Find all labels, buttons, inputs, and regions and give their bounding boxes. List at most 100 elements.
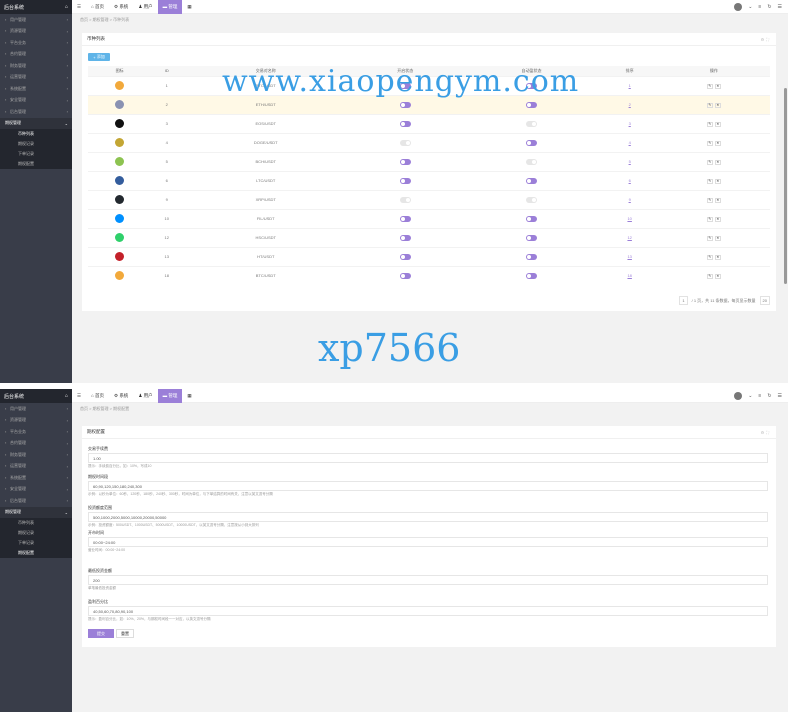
open-status-toggle[interactable] <box>399 215 411 222</box>
home-icon[interactable]: ⌂ <box>65 4 68 10</box>
sidebar-item[interactable]: ▪ 后台管理 › <box>0 106 72 118</box>
delete-icon[interactable]: ✕ <box>714 121 721 127</box>
add-button[interactable]: + 添加 <box>88 53 110 61</box>
delete-icon[interactable]: ✕ <box>714 216 721 222</box>
sidebar-item[interactable]: ▪ 合约管理 › <box>0 49 72 61</box>
auto-status-toggle[interactable] <box>525 272 537 279</box>
reset-button[interactable]: 重置 <box>116 629 134 638</box>
submit-button[interactable]: 提交 <box>88 629 114 638</box>
sidebar-item[interactable]: ▪ 安全管理 › <box>0 484 72 496</box>
column-header[interactable]: 图标 <box>88 66 152 76</box>
edit-icon[interactable]: ✎ <box>706 235 713 241</box>
refresh-icon[interactable]: ↻ <box>767 393 771 399</box>
edit-icon[interactable]: ✎ <box>706 197 713 203</box>
investment-range-input[interactable]: 500,1000,2000,5000,10000,20000,50000 <box>88 512 768 522</box>
edit-icon[interactable]: ✎ <box>706 254 713 260</box>
open-status-toggle[interactable] <box>399 234 411 241</box>
delete-icon[interactable]: ✕ <box>714 235 721 241</box>
topbar-item-system[interactable]: ⚙ 系统 <box>109 0 133 14</box>
sort-value[interactable]: 9 <box>629 197 631 202</box>
list-icon[interactable]: ≡ <box>758 4 761 10</box>
sidebar-subitem[interactable]: 下单记录 <box>0 538 72 548</box>
sidebar-subitem[interactable]: 期权记录 <box>0 139 72 149</box>
delete-icon[interactable]: ✕ <box>714 178 721 184</box>
open-status-toggle[interactable] <box>399 177 411 184</box>
auto-status-toggle[interactable] <box>525 215 537 222</box>
time-period-input[interactable]: 60,90,120,150,180,240,300 <box>88 481 768 491</box>
delete-icon[interactable]: ✕ <box>714 102 721 108</box>
grid-icon[interactable]: ▦ <box>182 0 196 14</box>
delete-icon[interactable]: ✕ <box>714 159 721 165</box>
auto-status-toggle[interactable] <box>525 158 537 165</box>
edit-icon[interactable]: ✎ <box>706 216 713 222</box>
per-page-select[interactable]: 20 <box>759 296 770 305</box>
menu-toggle-icon[interactable]: ☰ <box>72 0 86 14</box>
open-status-toggle[interactable] <box>399 158 411 165</box>
open-status-toggle[interactable] <box>399 139 411 146</box>
sort-value[interactable]: 18 <box>627 273 631 278</box>
edit-icon[interactable]: ✎ <box>706 121 713 127</box>
more-icon[interactable]: ☰ <box>778 4 782 10</box>
sidebar-subitem[interactable]: 币种列表 <box>0 518 72 528</box>
fullscreen-icon[interactable]: ⛶ <box>766 430 771 435</box>
sidebar-subitem-option-config[interactable]: 期权配置 <box>0 548 72 558</box>
edit-icon[interactable]: ✎ <box>706 102 713 108</box>
open-status-toggle[interactable] <box>399 196 411 203</box>
sidebar-item[interactable]: ▪ 系统配置 › <box>0 472 72 484</box>
fee-input[interactable]: 1.00 <box>88 453 768 463</box>
auto-status-toggle[interactable] <box>525 139 537 146</box>
sidebar-group-open[interactable]: 期权管理 ⌄ <box>0 506 72 518</box>
grid-icon[interactable]: ▦ <box>182 389 196 403</box>
topbar-item-home[interactable]: ⌂ 首页 <box>86 0 109 14</box>
menu-toggle-icon[interactable]: ☰ <box>72 389 86 403</box>
sort-value[interactable]: 12 <box>627 235 631 240</box>
auto-status-toggle[interactable] <box>525 253 537 260</box>
delete-icon[interactable]: ✕ <box>714 83 721 89</box>
edit-icon[interactable]: ✎ <box>706 159 713 165</box>
open-status-toggle[interactable] <box>399 272 411 279</box>
chevron-down-icon[interactable]: ⌄ <box>748 393 752 399</box>
avatar[interactable] <box>734 2 743 11</box>
open-status-toggle[interactable] <box>399 253 411 260</box>
topbar-item-user[interactable]: ♟ 用户 <box>133 389 157 403</box>
page-number[interactable]: 1 <box>679 296 688 305</box>
auto-status-toggle[interactable] <box>525 196 537 203</box>
delete-icon[interactable]: ✕ <box>714 140 721 146</box>
sidebar-item[interactable]: ▪ 后台管理 › <box>0 495 72 507</box>
sidebar-subitem-coin-list[interactable]: 币种列表 <box>0 129 72 139</box>
column-header[interactable]: ID <box>151 66 183 76</box>
sort-value[interactable]: 4 <box>629 140 631 145</box>
sidebar-item[interactable]: ▪ 资源管理 › <box>0 26 72 38</box>
sort-value[interactable]: 10 <box>627 216 631 221</box>
auto-status-toggle[interactable] <box>525 120 537 127</box>
column-header[interactable]: 排序 <box>601 66 658 76</box>
delete-icon[interactable]: ✕ <box>714 197 721 203</box>
sidebar-subitem[interactable]: 下单记录 <box>0 149 72 159</box>
avatar[interactable] <box>734 391 743 400</box>
sort-value[interactable]: 13 <box>627 254 631 259</box>
auto-status-toggle[interactable] <box>525 234 537 241</box>
sort-value[interactable]: 1 <box>629 83 631 88</box>
sidebar-item[interactable]: ▪ 平台业务 › <box>0 426 72 438</box>
edit-icon[interactable]: ✎ <box>706 178 713 184</box>
sidebar-item[interactable]: ▪ 运营管理 › <box>0 72 72 84</box>
topbar-item-user[interactable]: ♟ 用户 <box>133 0 157 14</box>
sort-value[interactable]: 3 <box>629 121 631 126</box>
edit-icon[interactable]: ✎ <box>706 273 713 279</box>
chevron-down-icon[interactable]: ⌄ <box>748 4 752 10</box>
edit-icon[interactable]: ✎ <box>706 140 713 146</box>
sidebar-item[interactable]: ▪ 平台业务 › <box>0 37 72 49</box>
sidebar-item[interactable]: ▪ 财务管理 › <box>0 449 72 461</box>
topbar-item-system[interactable]: ⚙ 系统 <box>109 389 133 403</box>
topbar-item-manage[interactable]: ▬ 管理 <box>157 0 183 14</box>
sort-value[interactable]: 2 <box>629 102 631 107</box>
open-status-toggle[interactable] <box>399 120 411 127</box>
sidebar-item[interactable]: ▪ 资源管理 › <box>0 415 72 427</box>
sort-value[interactable]: 5 <box>629 159 631 164</box>
open-status-toggle[interactable] <box>399 101 411 108</box>
auto-status-toggle[interactable] <box>525 177 537 184</box>
refresh-icon[interactable]: ↻ <box>767 4 771 10</box>
fullscreen-icon[interactable]: ⛶ <box>766 37 771 42</box>
column-header[interactable]: 操作 <box>657 66 770 76</box>
sidebar-subitem[interactable]: 期权记录 <box>0 528 72 538</box>
